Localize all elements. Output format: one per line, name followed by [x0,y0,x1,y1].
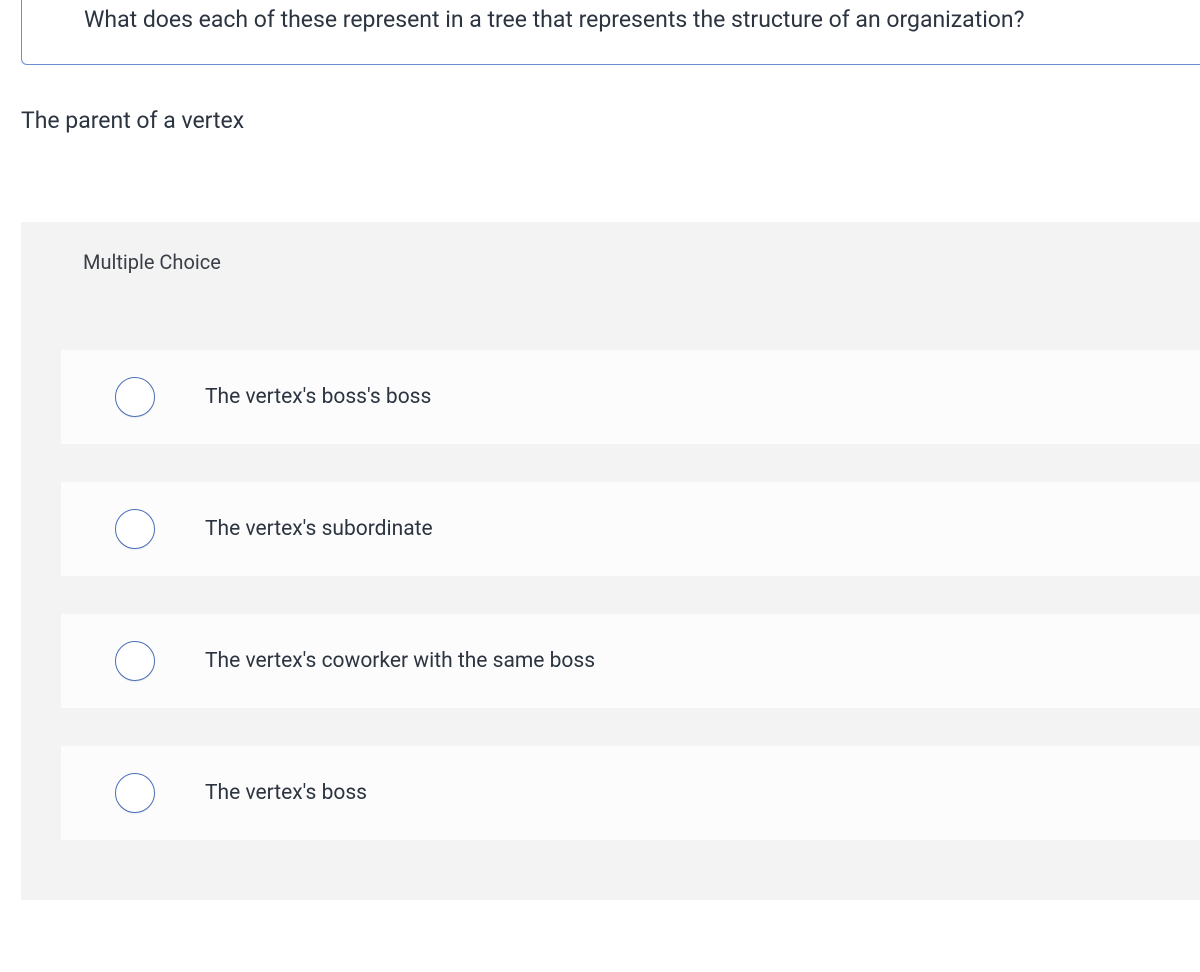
option-row[interactable]: The vertex's boss's boss [61,350,1200,444]
radio-icon[interactable] [115,641,155,681]
radio-icon[interactable] [115,377,155,417]
options-list: The vertex's boss's boss The vertex's su… [21,350,1200,840]
multiple-choice-header: Multiple Choice [21,222,1200,302]
multiple-choice-container: Multiple Choice The vertex's boss's boss… [21,222,1200,900]
radio-icon[interactable] [115,773,155,813]
radio-icon[interactable] [115,509,155,549]
option-label: The vertex's subordinate [205,517,433,541]
option-row[interactable]: The vertex's boss [61,746,1200,840]
option-row[interactable]: The vertex's subordinate [61,482,1200,576]
question-prompt: What does each of these represent in a t… [84,0,1200,36]
sub-question-prompt: The parent of a vertex [21,107,1200,134]
option-row[interactable]: The vertex's coworker with the same boss [61,614,1200,708]
option-label: The vertex's boss's boss [205,385,431,409]
option-label: The vertex's coworker with the same boss [205,649,595,673]
question-box: What does each of these represent in a t… [21,0,1200,65]
option-label: The vertex's boss [205,781,367,805]
